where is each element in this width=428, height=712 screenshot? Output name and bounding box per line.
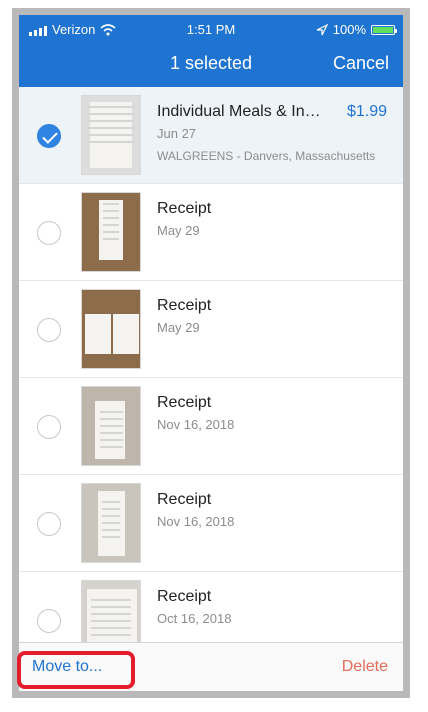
- receipt-title: Receipt: [157, 588, 212, 605]
- select-circle-icon[interactable]: [37, 221, 61, 245]
- receipt-date: Oct 16, 2018: [157, 611, 232, 626]
- header-bar: Verizon 1:51 PM 100% 1 selected Cancel: [19, 15, 403, 87]
- receipt-date: Jun 27: [157, 126, 197, 141]
- receipt-list: Individual Meals & Inci... $1.99 Jun 27 …: [19, 87, 403, 642]
- receipt-thumbnail: [81, 483, 141, 563]
- receipt-text: Receipt May 29: [157, 297, 391, 335]
- receipt-title: Receipt: [157, 200, 212, 217]
- receipt-row[interactable]: Receipt May 29: [19, 281, 403, 378]
- receipt-merchant: WALGREENS - Danvers, Massachusetts: [157, 149, 376, 163]
- cancel-button[interactable]: Cancel: [333, 53, 389, 74]
- receipt-thumbnail: [81, 289, 141, 369]
- select-circle-icon[interactable]: [37, 512, 61, 536]
- receipt-text: Receipt May 29: [157, 200, 391, 238]
- receipt-thumbnail: [81, 386, 141, 466]
- select-circle-icon[interactable]: [37, 609, 61, 633]
- receipt-text: Receipt Nov 16, 2018: [157, 394, 391, 432]
- checkmark-icon[interactable]: [37, 124, 61, 148]
- receipt-title: Receipt: [157, 297, 212, 314]
- receipt-row[interactable]: Receipt Nov 16, 2018: [19, 378, 403, 475]
- phone-screen: Verizon 1:51 PM 100% 1 selected Cancel I…: [12, 8, 410, 698]
- receipt-title: Receipt: [157, 491, 212, 508]
- receipt-text: Receipt Nov 16, 2018: [157, 491, 391, 529]
- receipt-title: Individual Meals & Inci...: [157, 103, 327, 120]
- status-right: 100%: [316, 22, 397, 37]
- status-bar: Verizon 1:51 PM 100%: [19, 15, 403, 45]
- receipt-thumbnail: [81, 580, 141, 642]
- receipt-amount: $1.99: [346, 103, 387, 120]
- receipt-row[interactable]: Receipt Nov 16, 2018: [19, 475, 403, 572]
- receipt-text: Receipt Oct 16, 2018: [157, 588, 391, 626]
- receipt-date: Nov 16, 2018: [157, 417, 235, 432]
- receipt-row[interactable]: Individual Meals & Inci... $1.99 Jun 27 …: [19, 87, 403, 184]
- move-to-highlight-box: [17, 651, 135, 689]
- receipt-thumbnail: [81, 192, 141, 272]
- select-circle-icon[interactable]: [37, 318, 61, 342]
- receipt-title: Receipt: [157, 394, 212, 411]
- location-arrow-icon: [316, 23, 328, 35]
- receipt-row[interactable]: Receipt Oct 16, 2018: [19, 572, 403, 642]
- receipt-text: Individual Meals & Inci... $1.99 Jun 27 …: [157, 103, 391, 163]
- select-circle-icon[interactable]: [37, 415, 61, 439]
- receipt-date: May 29: [157, 223, 200, 238]
- receipt-thumbnail: [81, 95, 141, 175]
- delete-button[interactable]: Delete: [342, 658, 388, 676]
- receipt-row[interactable]: Receipt May 29: [19, 184, 403, 281]
- screenshot-frame: Verizon 1:51 PM 100% 1 selected Cancel I…: [0, 0, 428, 712]
- battery-icon: [371, 24, 397, 35]
- receipt-date: May 29: [157, 320, 200, 335]
- receipt-date: Nov 16, 2018: [157, 514, 235, 529]
- battery-percent: 100%: [332, 22, 366, 37]
